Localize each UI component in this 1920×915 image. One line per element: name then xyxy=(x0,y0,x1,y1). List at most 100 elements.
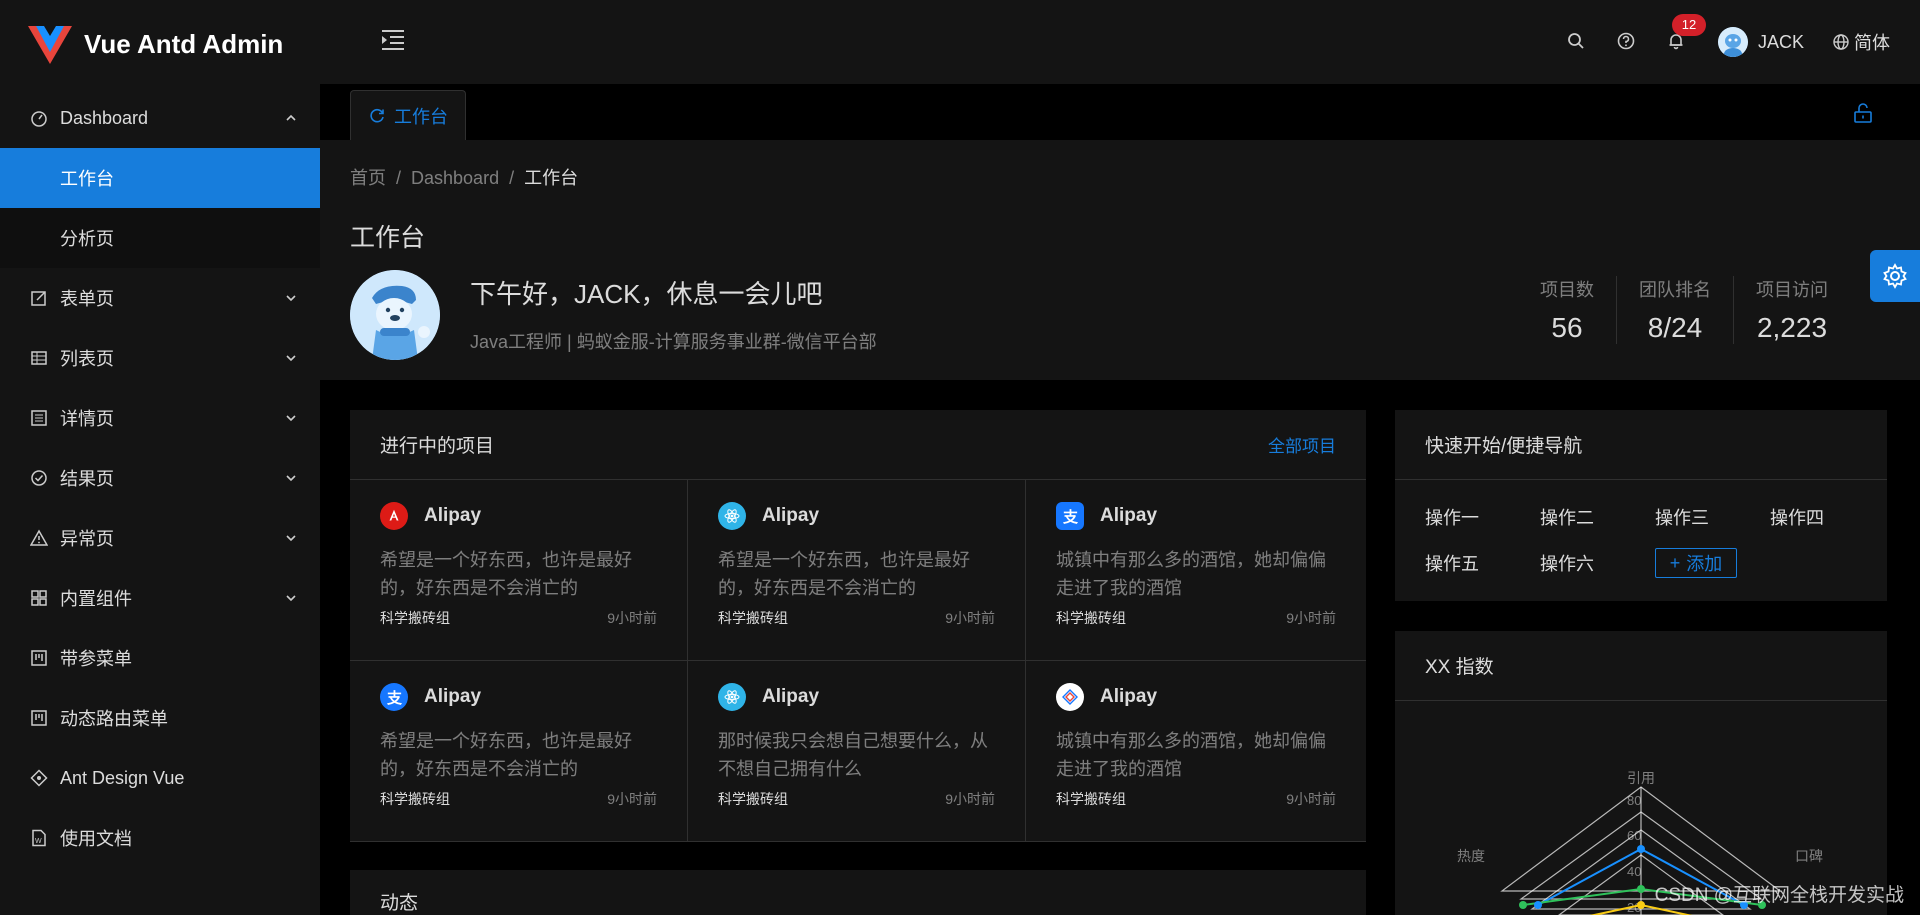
react-icon xyxy=(718,502,746,530)
project-name: Alipay xyxy=(762,686,820,707)
app-title: Vue Antd Admin xyxy=(84,28,284,59)
chevron-up-icon xyxy=(286,114,296,121)
username: JACK xyxy=(1757,31,1804,52)
language-switch[interactable]: 简体 xyxy=(1832,29,1890,55)
breadcrumb: 首页 / Dashboard / 工作台 xyxy=(350,164,578,190)
radar-axis-label: 引用 xyxy=(1627,770,1655,786)
sidebar-item-label: 使用文档 xyxy=(60,829,132,849)
stat-value: 56 xyxy=(1551,312,1583,343)
project-desc: 希望是一个好东西，也许是最好的，好东西是不会消亡的 xyxy=(380,731,632,779)
quick-nav-item[interactable]: 操作一 xyxy=(1425,504,1540,530)
sidebar-item-param-menu[interactable]: 带参菜单 xyxy=(0,628,320,688)
unlock-icon[interactable] xyxy=(1852,102,1874,124)
sidebar-item-workplace[interactable]: 工作台 xyxy=(0,148,320,208)
vue-logo-icon xyxy=(28,26,72,64)
project-card[interactable]: Alipay 希望是一个好东西，也许是最好的，好东西是不会消亡的 科学搬砖组 9小… xyxy=(688,480,1026,661)
radar-point xyxy=(1637,885,1645,893)
user-menu[interactable]: JACK xyxy=(1717,27,1804,57)
chevron-down-icon xyxy=(286,355,296,362)
project-group[interactable]: 科学搬砖组 xyxy=(380,608,450,628)
sidebar-item-form[interactable]: 表单页 xyxy=(0,268,320,328)
sidebar-item-detail[interactable]: 详情页 xyxy=(0,388,320,448)
project-card[interactable]: 支 Alipay 城镇中有那么多的酒馆，她却偏偏走进了我的酒馆 科学搬砖组 9小时… xyxy=(1026,480,1366,661)
project-card[interactable]: Alipay 城镇中有那么多的酒馆，她却偏偏走进了我的酒馆 科学搬砖组 9小时前 xyxy=(1026,661,1366,842)
dashboard-submenu: 工作台 分析页 xyxy=(0,148,320,268)
project-desc: 城镇中有那么多的酒馆，她却偏偏走进了我的酒馆 xyxy=(1056,731,1326,779)
settings-drawer-button[interactable] xyxy=(1870,250,1920,302)
menu-fold-icon[interactable] xyxy=(380,28,406,52)
sidebar-item-result[interactable]: 结果页 xyxy=(0,448,320,508)
project-desc: 希望是一个好东西，也许是最好的，好东西是不会消亡的 xyxy=(380,550,632,598)
sidebar-item-label: 结果页 xyxy=(60,469,114,489)
sidebar-item-dashboard[interactable]: Dashboard xyxy=(0,88,320,148)
sidebar-item-label: 带参菜单 xyxy=(60,649,132,669)
project-group[interactable]: 科学搬砖组 xyxy=(1056,608,1126,628)
quick-nav-item[interactable]: 操作二 xyxy=(1540,504,1655,530)
sidebar-item-dynamic-route[interactable]: 动态路由菜单 xyxy=(0,688,320,748)
card-title: 动态 xyxy=(380,893,419,914)
greeting: 下午好，JACK，休息一会儿吧 xyxy=(470,279,823,309)
sidebar-item-docs[interactable]: W 使用文档 xyxy=(0,808,320,868)
quick-nav-item[interactable]: 操作六 xyxy=(1540,550,1655,578)
project-time: 9小时前 xyxy=(945,610,995,626)
add-button[interactable]: + 添加 xyxy=(1655,548,1737,578)
chevron-down-icon xyxy=(286,415,296,422)
svg-text:W: W xyxy=(35,838,42,845)
sidebar-item-label: 详情页 xyxy=(60,409,114,429)
dashboard-icon xyxy=(30,109,48,127)
radar-tick: 40 xyxy=(1627,864,1641,879)
quick-nav-item[interactable]: 操作三 xyxy=(1655,504,1770,530)
help-icon[interactable] xyxy=(1616,31,1638,53)
sidebar-item-list[interactable]: 列表页 xyxy=(0,328,320,388)
notification-badge: 12 xyxy=(1671,14,1706,36)
sidebar-item-components[interactable]: 内置组件 xyxy=(0,568,320,628)
sidebar-item-analysis[interactable]: 分析页 xyxy=(0,208,320,268)
project-group[interactable]: 科学搬砖组 xyxy=(718,789,788,809)
logo[interactable]: Vue Antd Admin xyxy=(0,0,320,88)
add-label: 添加 xyxy=(1686,554,1723,574)
breadcrumb-current: 工作台 xyxy=(524,168,579,188)
stat-value: 2,223 xyxy=(1756,312,1828,343)
sidebar-item-label: 内置组件 xyxy=(60,589,132,609)
form-icon xyxy=(30,289,48,307)
project-icon xyxy=(30,649,48,667)
project-time: 9小时前 xyxy=(1286,791,1336,807)
quick-nav-item[interactable]: 操作四 xyxy=(1770,504,1885,530)
breadcrumb-separator: / xyxy=(509,168,515,188)
sidebar-item-antd[interactable]: Ant Design Vue xyxy=(0,748,320,808)
project-card[interactable]: Alipay 希望是一个好东西，也许是最好的，好东西是不会消亡的 科学搬砖组 9小… xyxy=(350,480,688,661)
search-icon[interactable] xyxy=(1566,31,1588,53)
sidebar-item-label: 列表页 xyxy=(60,349,114,369)
project-group[interactable]: 科学搬砖组 xyxy=(1056,789,1126,809)
tab-workplace[interactable]: 工作台 xyxy=(350,90,466,140)
project-desc: 希望是一个好东西，也许是最好的，好东西是不会消亡的 xyxy=(718,550,970,598)
project-card[interactable]: Alipay 那时候我只会想自己想要什么，从不想自己拥有什么 科学搬砖组 9小时前 xyxy=(688,661,1026,842)
table-icon xyxy=(30,349,48,367)
card-header: 进行中的项目 全部项目 xyxy=(350,410,1366,480)
breadcrumb-home[interactable]: 首页 xyxy=(350,168,386,188)
bootstrap-icon xyxy=(1056,683,1084,711)
radar-axis-label: 口碑 xyxy=(1795,848,1823,864)
stat-visits: 项目访问 2,223 xyxy=(1733,276,1850,344)
project-desc: 那时候我只会想自己想要什么，从不想自己拥有什么 xyxy=(718,731,988,779)
project-name: Alipay xyxy=(424,686,482,707)
sidebar-item-exception[interactable]: 异常页 xyxy=(0,508,320,568)
project-time: 9小时前 xyxy=(607,791,657,807)
sidebar-item-label: Dashboard xyxy=(60,107,149,128)
breadcrumb-dashboard[interactable]: Dashboard xyxy=(411,168,499,188)
project-desc: 城镇中有那么多的酒馆，她却偏偏走进了我的酒馆 xyxy=(1056,550,1326,598)
reload-icon[interactable] xyxy=(368,107,386,125)
quick-nav-item[interactable]: 操作五 xyxy=(1425,550,1540,578)
quick-nav-card: 快速开始/便捷导航 操作一 操作二 操作三 操作四 操作五 操作六 + 添加 xyxy=(1395,410,1887,601)
bell-icon[interactable]: 12 xyxy=(1666,14,1706,53)
project-card[interactable]: 支 Alipay 希望是一个好东西，也许是最好的，好东西是不会消亡的 科学搬砖组… xyxy=(350,661,688,842)
project-group[interactable]: 科学搬砖组 xyxy=(380,789,450,809)
projects-card: 进行中的项目 全部项目 Alipay 希望是一个好东西，也许是最好的，好东西是不… xyxy=(350,410,1366,842)
project-group[interactable]: 科学搬砖组 xyxy=(718,608,788,628)
card-title: 进行中的项目 xyxy=(380,436,495,457)
card-title: 快速开始/便捷导航 xyxy=(1425,436,1583,457)
radar-point xyxy=(1519,901,1527,909)
chevron-down-icon xyxy=(286,475,296,482)
all-projects-link[interactable]: 全部项目 xyxy=(1268,432,1336,457)
sidebar-item-label: 动态路由菜单 xyxy=(60,709,168,729)
